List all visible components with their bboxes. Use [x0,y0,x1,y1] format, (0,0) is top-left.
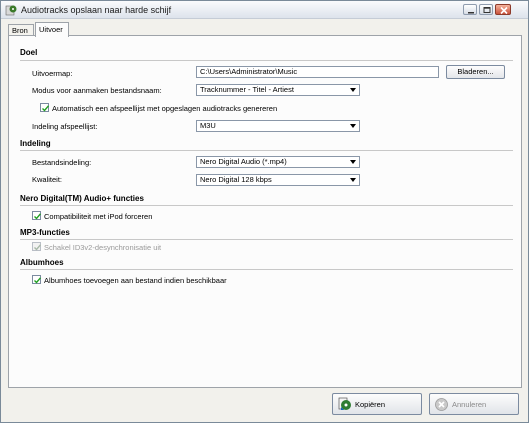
dialog-window: Audiotracks opslaan naar harde schijf Br… [0,0,529,423]
doel-heading: Doel [20,48,38,57]
tab-uitvoer[interactable]: Uitvoer [35,22,69,37]
nero-app-icon [5,5,17,16]
tab-uitvoer-label: Uitvoer [39,25,63,34]
albumhoes-heading: Albumhoes [20,258,64,267]
close-icon [500,6,508,15]
naming-mode-label: Modus voor aanmaken bestandsnaam: [32,86,162,95]
close-button[interactable] [495,4,511,15]
doel-divider [20,60,513,61]
browse-button[interactable]: Bladeren... [446,65,505,79]
quality-select[interactable]: Nero Digital 128 kbps [196,174,360,186]
checkmark-icon [42,105,50,112]
file-format-select[interactable]: Nero Digital Audio (*.mp4) [196,156,360,168]
auto-playlist-checkbox[interactable] [40,103,50,112]
albumhoes-divider [20,269,513,270]
chevron-down-icon [350,160,356,164]
quality-label: Kwaliteit: [32,175,63,184]
nero-digital-heading: Nero Digital(TM) Audio+ functies [20,194,144,203]
quality-value: Nero Digital 128 kbps [200,175,272,184]
id3-desync-checkbox[interactable] [32,242,42,251]
checkmark-icon [34,244,42,251]
file-format-label: Bestandsindeling: [32,158,92,167]
indeling-heading: Indeling [20,139,51,148]
ipod-compat-label: Compatibiliteit met iPod forceren [44,212,153,221]
minimize-button[interactable] [463,4,477,15]
window-title: Audiotracks opslaan naar harde schijf [21,5,172,15]
title-bar[interactable]: Audiotracks opslaan naar harde schijf [1,1,528,19]
naming-mode-value: Tracknummer - Titel - Artiest [200,85,294,94]
output-folder-field[interactable]: C:\Users\Administrator\Music [196,66,439,78]
checkmark-icon [34,277,42,284]
auto-playlist-label: Automatisch een afspeellijst met opgesla… [52,104,278,113]
playlist-format-select[interactable]: M3U [196,120,360,132]
playlist-format-label: Indeling afspeellijst: [32,122,98,131]
uitvoer-panel: Doel Uitvoermap: C:\Users\Administrator\… [8,35,522,388]
chevron-down-icon [350,88,356,92]
file-format-value: Nero Digital Audio (*.mp4) [200,157,287,166]
minimize-icon [468,12,474,14]
album-cover-checkbox[interactable] [32,275,42,284]
copy-button[interactable]: Kopiëren [332,393,422,415]
naming-mode-select[interactable]: Tracknummer - Titel - Artiest [196,84,360,96]
chevron-down-icon [350,178,356,182]
maximize-icon [483,7,491,13]
playlist-format-value: M3U [200,121,216,130]
cancel-icon [435,398,448,411]
nero-digital-divider [20,205,513,206]
checkmark-icon [34,213,42,220]
cancel-button[interactable]: Annuleren [429,393,519,415]
chevron-down-icon [350,124,356,128]
copy-disc-icon [338,397,351,410]
output-folder-label: Uitvoermap: [32,69,73,78]
maximize-button[interactable] [479,4,493,15]
copy-button-label: Kopiëren [355,400,386,409]
tab-bron-label: Bron [12,26,28,35]
mp3-heading: MP3-functies [20,228,70,237]
id3-desync-label: Schakel ID3v2-desynchronisatie uit [44,243,162,252]
album-cover-label: Albumhoes toevoegen aan bestand indien b… [44,276,227,285]
mp3-divider [20,239,513,240]
ipod-compat-checkbox[interactable] [32,211,42,220]
output-folder-value: C:\Users\Administrator\Music [200,67,298,76]
browse-button-label: Bladeren... [457,67,494,76]
indeling-divider [20,150,513,151]
cancel-button-label: Annuleren [452,400,487,409]
